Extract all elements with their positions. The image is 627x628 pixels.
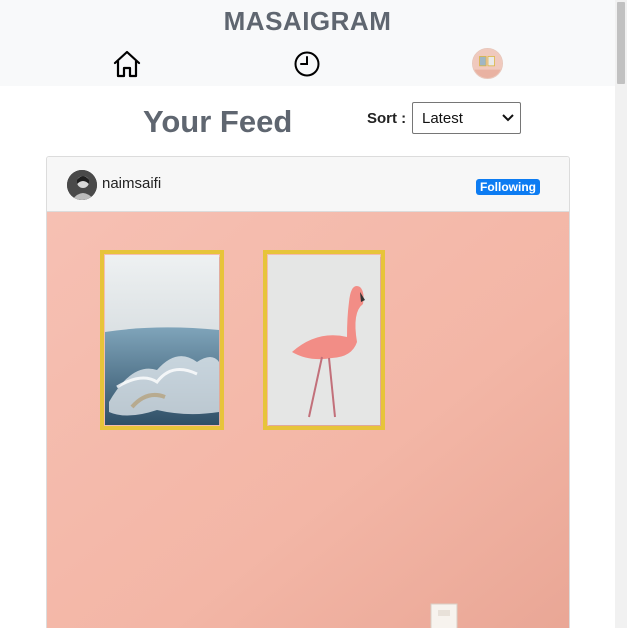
page-scrollbar[interactable] — [615, 0, 627, 628]
scrollbar-thumb[interactable] — [617, 2, 625, 84]
sort-selected-value: Latest — [422, 109, 463, 127]
user-avatar[interactable] — [67, 170, 97, 200]
post-header: naimsaifi Following — [47, 157, 569, 212]
post-image[interactable] — [47, 212, 569, 628]
top-navbar: MASAIGRAM — [0, 0, 615, 86]
home-icon[interactable] — [110, 47, 144, 81]
sort-label: Sort : — [367, 110, 407, 127]
profile-avatar[interactable] — [472, 48, 503, 79]
post-username[interactable]: naimsaifi — [102, 175, 161, 192]
sort-select[interactable]: Latest — [412, 102, 521, 134]
post-card: naimsaifi Following — [46, 156, 570, 628]
page-title: Your Feed — [143, 104, 293, 139]
following-badge[interactable]: Following — [476, 179, 540, 195]
clock-icon[interactable] — [290, 47, 324, 81]
app-page: MASAIGRAM Your Feed Sort : Latest naimsa… — [0, 0, 627, 628]
chevron-down-icon — [502, 114, 520, 122]
app-logo-title[interactable]: MASAIGRAM — [0, 6, 615, 37]
